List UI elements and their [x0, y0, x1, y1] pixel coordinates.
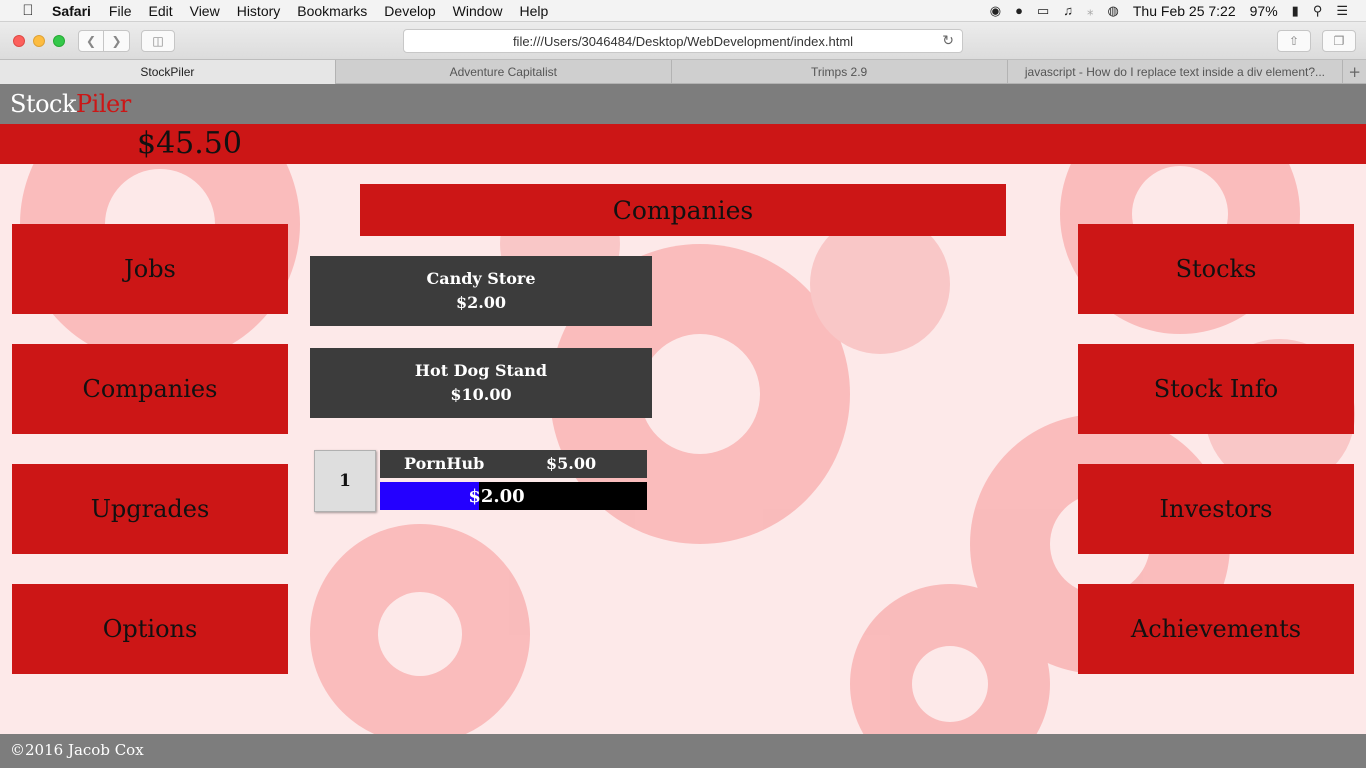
menu-history[interactable]: History [237, 3, 281, 19]
menu-view[interactable]: View [190, 3, 220, 19]
menu-bookmarks[interactable]: Bookmarks [297, 3, 367, 19]
airplay-icon[interactable]: ▭ [1037, 3, 1049, 19]
status-area: ◉ ● ▭ ♫ ⁎ ◍ Thu Feb 25 7:22 97% ▮ ⚲ ☰ [990, 3, 1348, 19]
money-bar: $45.50 [0, 124, 1366, 164]
new-tab-button[interactable]: + [1343, 60, 1366, 83]
company-card-hot-dog-stand[interactable]: Hot Dog Stand $10.00 [310, 348, 652, 418]
nav-stock-info-button[interactable]: Stock Info [1078, 344, 1354, 434]
menu-help[interactable]: Help [519, 3, 548, 19]
notification-center-icon[interactable]: ☰ [1336, 3, 1348, 19]
menu-file[interactable]: File [109, 3, 132, 19]
nav-investors-button[interactable]: Investors [1078, 464, 1354, 554]
spotlight-search-icon[interactable]: ⚲ [1313, 3, 1323, 19]
coffee-icon[interactable]: ● [1015, 3, 1023, 18]
site-footer: ©2016 Jacob Cox [0, 734, 1366, 768]
game-area: Jobs Companies Upgrades Options Stocks S… [0, 164, 1366, 734]
bluetooth-audio-icon[interactable]: ◉ [990, 3, 1001, 19]
volume-icon[interactable]: ♫ [1063, 3, 1073, 18]
company-name: Candy Store [426, 269, 536, 288]
company-price: $10.00 [450, 385, 512, 404]
battery-icon[interactable]: ▮ [1292, 3, 1299, 19]
logo-piler: Piler [76, 90, 131, 118]
close-window-button[interactable] [13, 35, 25, 47]
owned-company-name: PornHub [404, 454, 485, 473]
zoom-window-button[interactable] [53, 35, 65, 47]
menu-edit[interactable]: Edit [148, 3, 172, 19]
company-name: Hot Dog Stand [414, 361, 548, 380]
chevron-right-icon: ❯ [111, 34, 122, 48]
nav-jobs-button[interactable]: Jobs [12, 224, 288, 314]
back-button[interactable]: ❮ [78, 30, 104, 52]
nav-companies-button[interactable]: Companies [12, 344, 288, 434]
plus-icon: + [1348, 62, 1361, 81]
battery-percent[interactable]: 97% [1250, 3, 1278, 19]
web-page: StockPiler $45.50 Jobs Companies Upgrade… [0, 84, 1366, 768]
menu-develop[interactable]: Develop [384, 3, 435, 19]
menu-bar:  Safari File Edit View History Bookmark… [0, 0, 1366, 22]
tab-trimps[interactable]: Trimps 2.9 [672, 60, 1008, 84]
bluetooth-icon[interactable]: ⁎ [1087, 3, 1094, 19]
minimize-window-button[interactable] [33, 35, 45, 47]
show-tabs-button[interactable]: ❐ [1322, 30, 1356, 52]
apple-icon[interactable]:  [18, 2, 38, 19]
forward-button[interactable]: ❯ [104, 30, 130, 52]
nav-options-button[interactable]: Options [12, 584, 288, 674]
browser-toolbar: ❮ ❯ ◫ file:///Users/3046484/Desktop/WebD… [0, 22, 1366, 60]
chevron-left-icon: ❮ [85, 34, 97, 48]
section-title: Companies [360, 184, 1006, 236]
menu-app[interactable]: Safari [52, 3, 91, 19]
tab-stackoverflow[interactable]: javascript - How do I replace text insid… [1008, 60, 1344, 84]
share-button[interactable]: ⇧ [1277, 30, 1311, 52]
reload-icon[interactable]: ↻ [942, 33, 954, 49]
menu-window[interactable]: Window [453, 3, 503, 19]
sidebar-button[interactable]: ◫ [141, 30, 175, 52]
url-text: file:///Users/3046484/Desktop/WebDevelop… [512, 33, 854, 49]
tab-stockpiler[interactable]: StockPiler [0, 60, 336, 84]
tab-bar: StockPiler Adventure Capitalist Trimps 2… [0, 60, 1366, 84]
income-progress-bar: $2.00 [380, 482, 647, 510]
quantity-button[interactable]: 1 [314, 450, 376, 512]
income-label: $2.00 [468, 485, 525, 507]
site-logo: StockPiler [10, 90, 131, 118]
nav-achievements-button[interactable]: Achievements [1078, 584, 1354, 674]
company-price: $2.00 [455, 293, 507, 312]
money-display: $45.50 [137, 126, 242, 161]
share-icon: ⇧ [1288, 34, 1300, 48]
owned-company-header[interactable]: PornHub $5.00 [380, 450, 647, 478]
tab-adventure-capitalist[interactable]: Adventure Capitalist [336, 60, 672, 84]
site-header: StockPiler [0, 84, 1366, 124]
logo-stock: Stock [10, 90, 77, 118]
sidebar-icon: ◫ [152, 34, 164, 48]
owned-company-price: $5.00 [546, 454, 597, 473]
address-bar[interactable]: file:///Users/3046484/Desktop/WebDevelop… [403, 29, 963, 53]
wifi-icon[interactable]: ◍ [1108, 3, 1119, 19]
company-card-candy-store[interactable]: Candy Store $2.00 [310, 256, 652, 326]
tabs-overview-icon: ❐ [1333, 34, 1345, 48]
copyright-text: ©2016 Jacob Cox [10, 741, 144, 759]
datetime[interactable]: Thu Feb 25 7:22 [1133, 3, 1236, 19]
nav-stocks-button[interactable]: Stocks [1078, 224, 1354, 314]
nav-upgrades-button[interactable]: Upgrades [12, 464, 288, 554]
